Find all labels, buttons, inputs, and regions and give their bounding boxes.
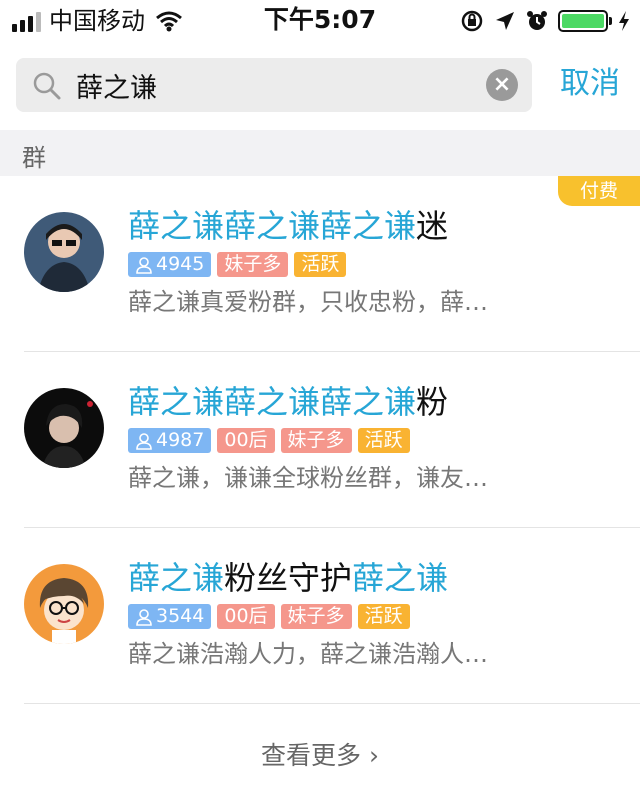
title-highlight: 薛之谦薛之谦薛之谦 [128,383,417,421]
tag-badge: 活跃 [294,252,347,277]
title-highlight: 薛之谦 [128,559,225,597]
view-more-link[interactable]: 查看更多 › [0,736,640,772]
tag-badge: 妹子多 [280,604,352,629]
group-result-item[interactable]: 付费 薛之谦薛之谦薛之谦迷 4945 妹子多 活跃 薛之谦真爱粉群，只收忠粉，薛… [0,176,640,352]
tag-badge: 活跃 [357,428,410,453]
title-text: 迷 [416,207,449,245]
member-count: 4987 [156,429,205,451]
battery-icon [558,10,612,32]
group-result-item[interactable]: 薛之谦粉丝守护薛之谦 3544 00后 妹子多 活跃 薛之谦浩瀚人力，薛之谦浩瀚… [0,528,640,704]
search-input[interactable] [76,66,486,104]
photo-icon [24,212,104,292]
title-highlight: 薛之谦 [352,559,449,597]
location-icon [496,12,514,30]
more-row: 查看更多 › [0,704,640,803]
title-highlight: 薛之谦薛之谦薛之谦 [128,207,417,245]
title-text: 粉 [416,383,449,421]
rotation-lock-icon [461,10,483,32]
person-icon [136,608,152,626]
section-title: 群 [22,144,46,172]
cartoon-icon [24,564,104,644]
tag-row: 3544 00后 妹子多 活跃 [128,604,410,629]
person-icon [136,256,152,274]
title-text: 粉丝守护 [224,559,353,597]
tag-row: 4987 00后 妹子多 活跃 [128,428,410,453]
group-avatar[interactable] [24,212,104,292]
alarm-icon [527,11,547,30]
tag-row: 4945 妹子多 活跃 [128,252,347,277]
group-result-item[interactable]: 薛之谦薛之谦薛之谦粉 4987 00后 妹子多 活跃 薛之谦，谦谦全球粉丝群，谦… [0,352,640,528]
tag-badge: 妹子多 [217,252,289,277]
group-result-list: 付费 薛之谦薛之谦薛之谦迷 4945 妹子多 活跃 薛之谦真爱粉群，只收忠粉，薛… [0,176,640,704]
tag-badge: 00后 [217,604,275,629]
search-box[interactable]: × [16,58,532,112]
cancel-button[interactable]: 取消 [560,64,620,104]
status-bar: 中国移动 下午5:07 [0,0,640,42]
group-title: 薛之谦薛之谦薛之谦粉 [128,382,448,422]
member-count-badge: 3544 [128,604,212,629]
group-title: 薛之谦薛之谦薛之谦迷 [128,206,448,246]
status-right [460,9,630,33]
close-icon: × [492,72,512,97]
search-icon [33,72,61,100]
tag-badge: 妹子多 [280,428,352,453]
section-header: 群 [0,130,640,176]
tag-badge: 00后 [217,428,275,453]
member-count-badge: 4987 [128,428,212,453]
tag-badge: 活跃 [357,604,410,629]
photo-icon [24,388,104,468]
group-title: 薛之谦粉丝守护薛之谦 [128,558,448,598]
group-description: 薛之谦真爱粉群，只收忠粉，薛… [128,288,488,316]
paid-badge: 付费 [558,176,640,206]
group-description: 薛之谦浩瀚人力，薛之谦浩瀚人… [128,640,488,668]
search-bar: × 取消 [0,42,640,130]
group-avatar[interactable] [24,388,104,468]
member-count-badge: 4945 [128,252,212,277]
group-avatar[interactable] [24,564,104,644]
member-count: 4945 [156,253,205,275]
clear-search-button[interactable]: × [486,69,518,101]
group-description: 薛之谦，谦谦全球粉丝群，谦友… [128,464,488,492]
person-icon [136,432,152,450]
member-count: 3544 [156,605,205,627]
charging-icon [619,11,629,31]
